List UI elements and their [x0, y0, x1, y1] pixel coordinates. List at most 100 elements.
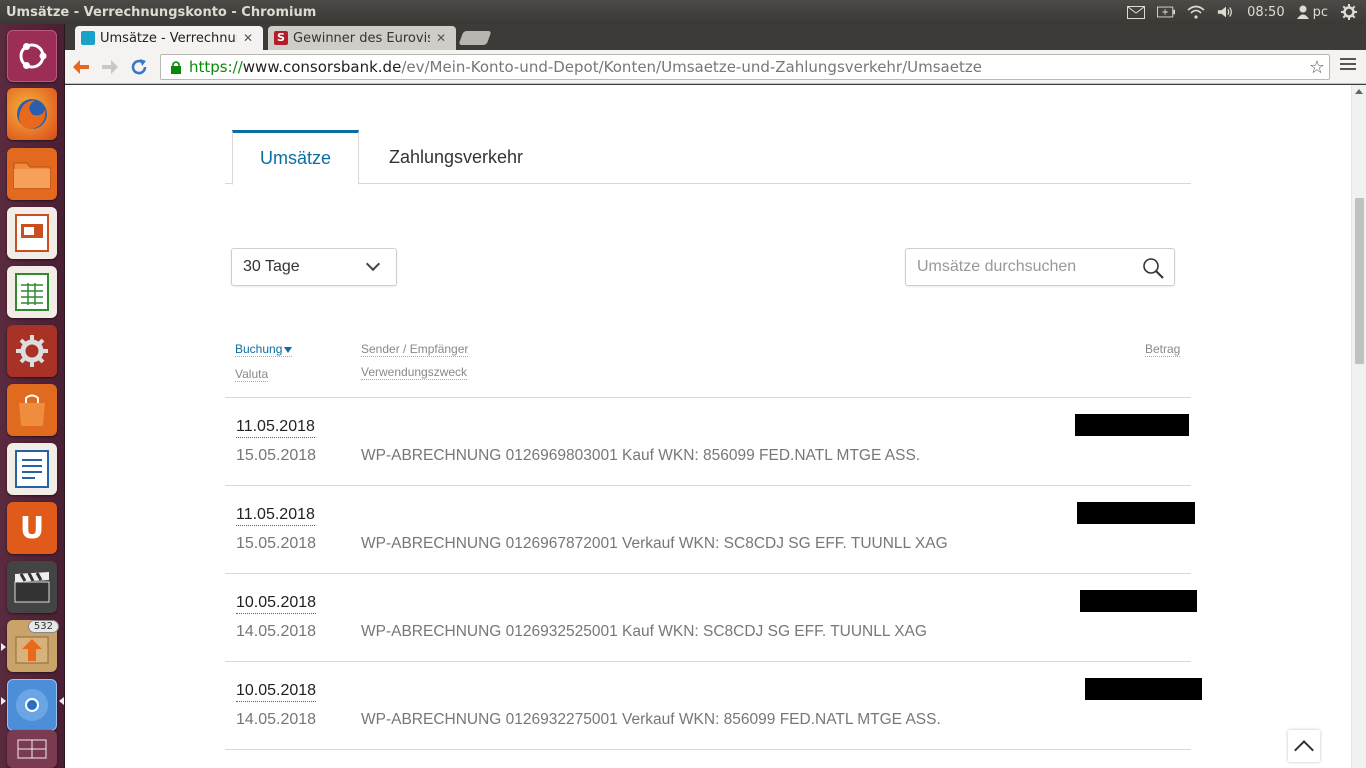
column-header-booking[interactable]: Buchung [235, 342, 292, 357]
purpose-text: WP-ABRECHNUNG 0126967872001 Verkauf WKN:… [361, 534, 948, 554]
browser-tab-active[interactable]: Umsätze - Verrechnungskonto ✕ [75, 26, 263, 50]
column-header-purpose[interactable]: Verwendungszweck [361, 365, 467, 380]
update-count-badge: 532 [28, 620, 59, 633]
reload-button[interactable] [127, 56, 151, 78]
site-favicon-icon: S [274, 31, 288, 45]
url-host: www.consorsbank.de [243, 58, 402, 76]
firefox-icon [13, 95, 51, 133]
files-launcher[interactable] [7, 148, 57, 200]
focused-indicator [59, 697, 64, 705]
calc-launcher[interactable] [7, 266, 57, 318]
firefox-launcher[interactable] [7, 88, 57, 140]
update-manager-launcher[interactable]: 532 [7, 620, 57, 672]
impress-launcher[interactable] [7, 207, 57, 259]
redacted-amount [1080, 590, 1197, 612]
transaction-row[interactable]: 11.05.2018 15.05.2018 WP-ABRECHNUNG 0126… [225, 485, 1191, 573]
top-panel: Umsätze - Verrechnungskonto - Chromium 0… [0, 0, 1366, 24]
page-viewport: Umsätze Zahlungsverkehr 30 Tage Buchung … [65, 85, 1366, 768]
page-scrollbar[interactable] [1351, 85, 1366, 768]
folder-icon [13, 159, 51, 189]
url-path: /ev/Mein-Konto-und-Depot/Konten/Umsaetze… [401, 58, 982, 76]
redacted-amount [1077, 502, 1195, 524]
booking-date[interactable]: 10.05.2018 [236, 681, 316, 702]
video-editor-launcher[interactable] [7, 561, 57, 613]
ubuntu-one-icon: U [20, 511, 44, 546]
chromium-launcher[interactable] [7, 679, 57, 731]
clock[interactable]: 08:50 [1247, 5, 1284, 20]
presentation-icon [15, 214, 49, 252]
bookmark-star-icon[interactable]: ☆ [1309, 57, 1325, 78]
software-center-launcher[interactable] [7, 384, 57, 436]
url-scheme: https:// [189, 58, 243, 76]
workspace-switcher-launcher[interactable] [7, 730, 57, 768]
tab-strip: Umsätze - Verrechnungskonto ✕ S Gewinner… [65, 24, 1366, 50]
clapperboard-icon [13, 570, 51, 604]
booking-date[interactable]: 11.05.2018 [236, 505, 315, 526]
window-title: Umsätze - Verrechnungskonto - Chromium [0, 5, 316, 20]
column-header-counterparty[interactable]: Sender / Empfänger [361, 342, 468, 357]
workspace-icon [17, 739, 47, 759]
reload-icon [130, 58, 148, 76]
volume-icon[interactable] [1217, 5, 1235, 19]
new-tab-button[interactable] [458, 31, 491, 45]
user-icon [1297, 5, 1309, 19]
search-icon[interactable] [1142, 257, 1164, 279]
consorsbank-favicon-icon [81, 31, 95, 45]
ubuntu-logo-icon [15, 39, 49, 73]
period-select[interactable]: 30 Tage [231, 248, 397, 286]
address-bar[interactable]: https://www.consorsbank.de/ev/Mein-Konto… [160, 54, 1330, 80]
spreadsheet-icon [15, 273, 49, 311]
chevron-up-icon [1294, 740, 1314, 760]
sort-desc-icon [284, 347, 292, 353]
scrollbar-thumb[interactable] [1355, 198, 1364, 364]
transaction-row[interactable]: 10.05.2018 14.05.2018 WP-ABRECHNUNG 0126… [225, 661, 1191, 749]
gear-icon[interactable] [1340, 5, 1358, 19]
transaction-row[interactable] [225, 749, 1191, 768]
forward-arrow-icon [100, 59, 120, 75]
transactions-search [905, 248, 1175, 286]
tab-umsaetze[interactable]: Umsätze [232, 130, 359, 185]
user-menu[interactable]: pc [1297, 5, 1328, 20]
value-date: 14.05.2018 [236, 622, 316, 642]
wifi-icon[interactable] [1187, 5, 1205, 19]
user-name: pc [1313, 5, 1328, 20]
column-header-amount[interactable]: Betrag [1145, 342, 1180, 357]
search-input[interactable] [907, 250, 1137, 284]
browser-tab[interactable]: S Gewinner des Eurovision ✕ [268, 26, 456, 50]
transaction-row[interactable]: 10.05.2018 14.05.2018 WP-ABRECHNUNG 0126… [225, 573, 1191, 661]
back-button[interactable] [69, 56, 93, 78]
page-tabs: Umsätze Zahlungsverkehr [225, 130, 1191, 184]
booking-date[interactable]: 11.05.2018 [236, 417, 315, 438]
purpose-text: WP-ABRECHNUNG 0126932275001 Verkauf WKN:… [361, 710, 941, 730]
booking-date[interactable]: 10.05.2018 [236, 593, 316, 614]
dash-button[interactable] [7, 30, 57, 82]
mail-icon[interactable] [1127, 5, 1145, 19]
redacted-amount [1075, 414, 1189, 436]
running-indicator [1, 697, 6, 705]
unity-launcher: U 532 [0, 24, 65, 768]
column-header-valuta[interactable]: Valuta [235, 367, 268, 382]
writer-launcher[interactable] [7, 443, 57, 495]
forward-button[interactable] [98, 56, 122, 78]
scroll-up-arrow-icon[interactable] [1355, 89, 1363, 94]
system-settings-launcher[interactable] [7, 325, 57, 377]
purpose-text: WP-ABRECHNUNG 0126969803001 Kauf WKN: 85… [361, 446, 920, 466]
value-date: 15.05.2018 [236, 446, 316, 466]
browser-toolbar: https://www.consorsbank.de/ev/Mein-Konto… [65, 50, 1366, 84]
tab-title: Umsätze - Verrechnungskonto [100, 31, 237, 46]
shopping-bag-icon [13, 391, 51, 429]
close-tab-icon[interactable]: ✕ [243, 31, 253, 45]
chromium-icon [13, 686, 51, 724]
battery-icon[interactable] [1157, 5, 1175, 19]
close-tab-icon[interactable]: ✕ [436, 31, 446, 45]
value-date: 14.05.2018 [236, 710, 316, 730]
purpose-text: WP-ABRECHNUNG 0126932525001 Kauf WKN: SC… [361, 622, 927, 642]
transaction-row[interactable]: 11.05.2018 15.05.2018 WP-ABRECHNUNG 0126… [225, 397, 1191, 485]
browser-menu-button[interactable] [1340, 58, 1356, 73]
running-indicator [1, 643, 6, 651]
ubuntu-one-launcher[interactable]: U [7, 502, 57, 554]
scroll-to-top-button[interactable] [1288, 730, 1320, 762]
column-header-booking-label: Buchung [235, 342, 282, 356]
lock-icon [169, 60, 183, 74]
tab-zahlungsverkehr[interactable]: Zahlungsverkehr [375, 130, 537, 184]
